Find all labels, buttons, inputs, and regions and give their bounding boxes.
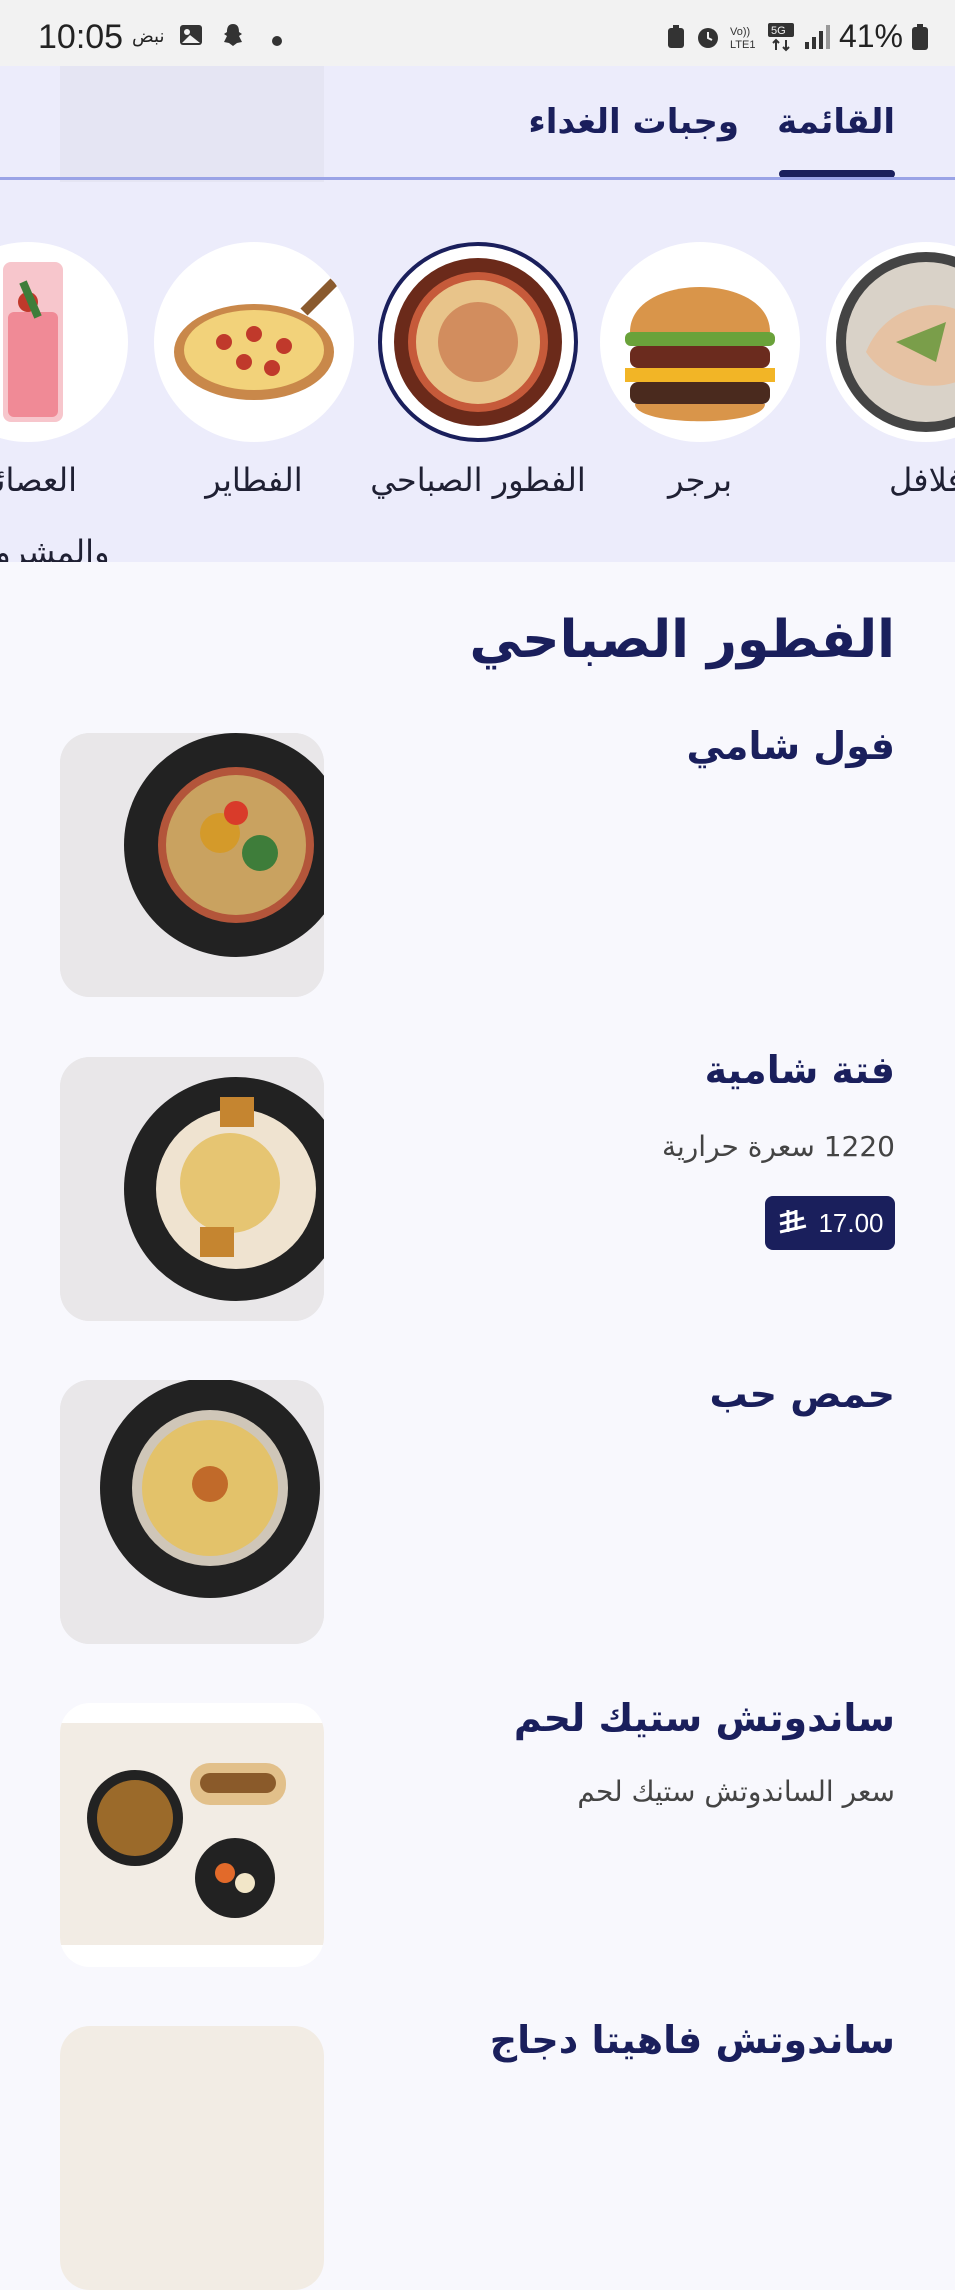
tab-divider — [0, 177, 955, 180]
clock: 10:05 — [38, 18, 124, 56]
menu-item-name[interactable]: فول شامي — [686, 724, 895, 768]
svg-text:5G: 5G — [771, 25, 786, 37]
status-right: Vo)) LTE1 5G 41% — [665, 18, 929, 55]
tab-bar: القائمة وجبات الغداء — [0, 66, 955, 186]
tab-menu[interactable]: القائمة — [777, 102, 895, 142]
burger-icon — [625, 287, 775, 422]
pizza-icon — [174, 278, 338, 400]
battery-saver-icon — [667, 24, 684, 48]
hummus-bowl-image — [60, 1380, 324, 1644]
price-badge[interactable]: 17.00 — [765, 1196, 895, 1250]
menu-item-description: سعر الساندوتش ستيك لحم — [577, 1775, 895, 1808]
category-juices[interactable] — [0, 242, 128, 442]
price-value: 17.00 — [818, 1207, 884, 1238]
hummus-plate-icon — [394, 258, 562, 426]
sandwich-plate-image — [60, 1723, 324, 1945]
menu-item-name[interactable]: ساندوتش فاهيتا دجاج — [490, 2018, 895, 2062]
category-scroller[interactable]: فلافل برجر الفطور الصباحي — [0, 182, 955, 562]
battery-icon — [912, 23, 928, 50]
signal-icon — [804, 24, 830, 49]
menu-item-image[interactable] — [60, 1703, 324, 1967]
category-falafel[interactable] — [826, 242, 955, 442]
menu-item-image[interactable] — [60, 1380, 324, 1644]
snapchat-icon — [224, 24, 242, 46]
behind-image-ghost — [60, 66, 324, 186]
menu-item-description: 1220 سعرة حرارية — [661, 1130, 895, 1163]
category-label: العصائر والمشروبات — [0, 461, 110, 562]
svg-text:LTE1: LTE1 — [730, 39, 755, 51]
foul-bowl-image — [60, 733, 324, 997]
menu-item-image[interactable] — [60, 1057, 324, 1321]
category-breakfast[interactable] — [378, 242, 578, 442]
juice-glass-icon — [3, 262, 63, 422]
notification-dot — [272, 36, 282, 46]
riyal-icon — [780, 1210, 807, 1234]
alarm-icon — [697, 27, 718, 48]
5g-icon: 5G — [767, 22, 794, 51]
category-label: برجر — [668, 461, 732, 499]
tab-lunch[interactable]: وجبات الغداء — [528, 102, 739, 142]
menu-item-name[interactable]: ساندوتش ستيك لحم — [514, 1696, 895, 1740]
category-label: الفطور الصباحي — [370, 461, 586, 499]
battery-percent: 41% — [838, 18, 903, 54]
section-title: الفطور الصباحي — [469, 610, 896, 670]
category-label: فلافل — [889, 461, 955, 499]
falafel-wrap-icon — [836, 252, 955, 432]
menu-item-image[interactable] — [60, 2026, 324, 2290]
category-label: الفطاير — [205, 461, 303, 499]
category-pies[interactable] — [154, 242, 354, 442]
volte-icon: Vo))LTE1 — [730, 26, 755, 51]
status-bar: 10:05 نبض Vo)) LTE1 5G 41% — [0, 0, 955, 66]
category-burger[interactable] — [600, 242, 800, 442]
menu-item-image[interactable] — [60, 733, 324, 997]
menu-item-name[interactable]: فتة شامية — [705, 1048, 895, 1092]
gallery-icon — [180, 25, 202, 45]
fatteh-bowl-image — [60, 1057, 324, 1321]
pulse-label: نبض — [132, 26, 165, 47]
menu-item-name[interactable]: حمص حب — [709, 1372, 895, 1416]
svg-text:Vo)): Vo)) — [730, 26, 750, 38]
